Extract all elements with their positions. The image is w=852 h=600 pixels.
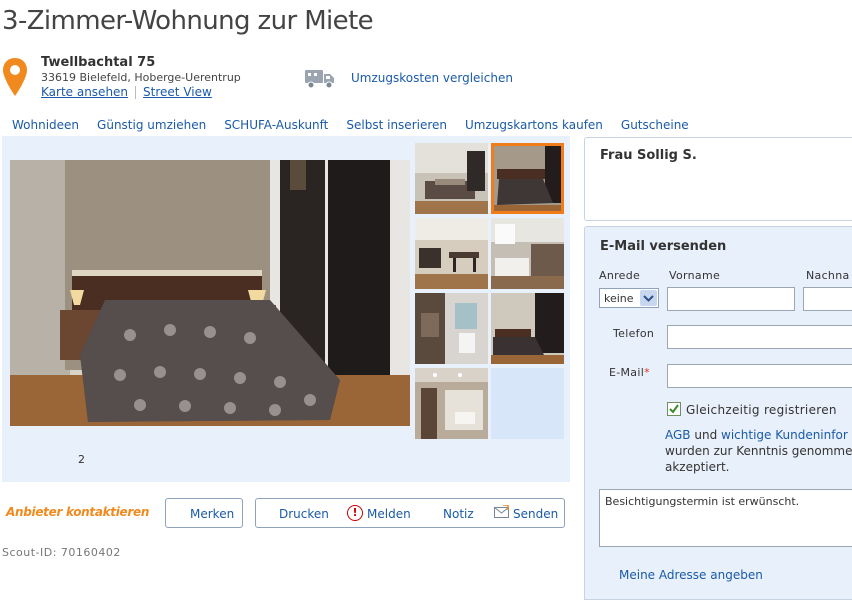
image-counter: 2 xyxy=(78,453,85,466)
nachname-label: Nachna xyxy=(806,269,850,282)
vorname-input[interactable] xyxy=(667,287,795,311)
anrede-selected-value: keine xyxy=(604,292,634,305)
contact-box: Frau Sollig S. xyxy=(584,137,852,221)
thumbnail-empty-slot xyxy=(491,368,564,439)
anrede-select[interactable]: keine xyxy=(599,288,659,308)
action-toolbar: Drucken ! Melden Notiz Senden xyxy=(255,498,565,528)
melden-button[interactable]: Melden xyxy=(367,507,411,521)
nachname-input[interactable] xyxy=(803,287,852,311)
map-link[interactable]: Karte ansehen xyxy=(41,85,128,99)
top-nav: Wohnideen Günstig umziehen SCHUFA-Auskunft… xyxy=(12,118,707,132)
senden-button[interactable]: Senden xyxy=(513,507,558,521)
nav-wohnideen[interactable]: Wohnideen xyxy=(12,118,79,132)
terms-line2: wurden zur Kenntnis genomme xyxy=(665,444,852,458)
terms-und: und xyxy=(694,428,718,442)
address-street: Twellbachtal 75 xyxy=(41,55,156,70)
email-label-text: E-Mail xyxy=(609,366,645,379)
map-links: Karte ansehen Street View xyxy=(41,85,212,99)
telefon-input[interactable] xyxy=(667,325,852,349)
thumbnail-dining-area[interactable] xyxy=(415,218,488,289)
nav-schufa[interactable]: SCHUFA-Auskunft xyxy=(224,118,328,132)
scout-id: Scout-ID: 70160402 xyxy=(2,546,121,559)
location-pin-icon xyxy=(3,58,27,96)
warning-icon: ! xyxy=(347,505,363,521)
drucken-button[interactable]: Drucken xyxy=(279,507,329,521)
required-marker: * xyxy=(644,366,650,379)
thumbnail-bedroom-2[interactable] xyxy=(491,293,564,364)
contact-name: Frau Sollig S. xyxy=(600,148,697,163)
compare-moving-costs-link[interactable]: Umzugskosten vergleichen xyxy=(351,71,513,85)
thumbnail-bedroom-selected[interactable] xyxy=(491,143,564,214)
customer-info-link[interactable]: wichtige Kundeninfor xyxy=(721,428,848,442)
envelope-icon xyxy=(494,505,509,518)
email-input[interactable] xyxy=(667,364,852,388)
contact-provider-button[interactable]: Anbieter kontaktieren xyxy=(6,505,149,519)
message-textarea[interactable]: Besichtigungstermin ist erwünscht. xyxy=(599,489,852,547)
main-photo-bedroom[interactable] xyxy=(10,160,410,426)
register-checkbox[interactable] xyxy=(667,402,681,416)
email-label: E-Mail* xyxy=(609,366,650,379)
register-label: Gleichzeitig registrieren xyxy=(686,403,837,417)
divider xyxy=(135,86,137,99)
vorname-label: Vorname xyxy=(669,269,721,282)
telefon-label: Telefon xyxy=(613,327,655,340)
email-form-title: E-Mail versenden xyxy=(600,239,727,254)
thumbnail-kitchen[interactable] xyxy=(491,218,564,289)
merken-button[interactable]: Merken xyxy=(165,498,243,528)
nav-gutscheine[interactable]: Gutscheine xyxy=(621,118,689,132)
agb-link[interactable]: AGB xyxy=(665,428,691,442)
nav-selbst-inserieren[interactable]: Selbst inserieren xyxy=(346,118,447,132)
moving-truck-icon xyxy=(305,70,334,89)
notiz-button[interactable]: Notiz xyxy=(443,507,474,521)
street-view-link[interactable]: Street View xyxy=(143,85,212,99)
checkmark-icon xyxy=(669,404,679,414)
add-address-link[interactable]: Meine Adresse angeben xyxy=(619,568,763,582)
nav-umzugskartons[interactable]: Umzugskartons kaufen xyxy=(465,118,603,132)
address-city: 33619 Bielefeld, Hoberge-Uerentrup xyxy=(41,71,241,84)
thumbnail-hallway[interactable] xyxy=(415,368,488,439)
terms-line3: akzeptiert. xyxy=(665,460,730,474)
thumbnail-bathroom[interactable] xyxy=(415,293,488,364)
thumbnail-living-room[interactable] xyxy=(415,143,488,214)
email-form: E-Mail versenden Anrede Vorname Nachna k… xyxy=(584,226,852,600)
page-title: 3-Zimmer-Wohnung zur Miete xyxy=(2,6,374,36)
chevron-down-icon xyxy=(640,290,657,306)
anrede-label: Anrede xyxy=(599,269,641,282)
terms-text: AGB und wichtige Kundeninfor wurden zur … xyxy=(665,427,852,475)
image-gallery: 2 xyxy=(2,136,570,482)
nav-guenstig-umziehen[interactable]: Günstig umziehen xyxy=(97,118,206,132)
